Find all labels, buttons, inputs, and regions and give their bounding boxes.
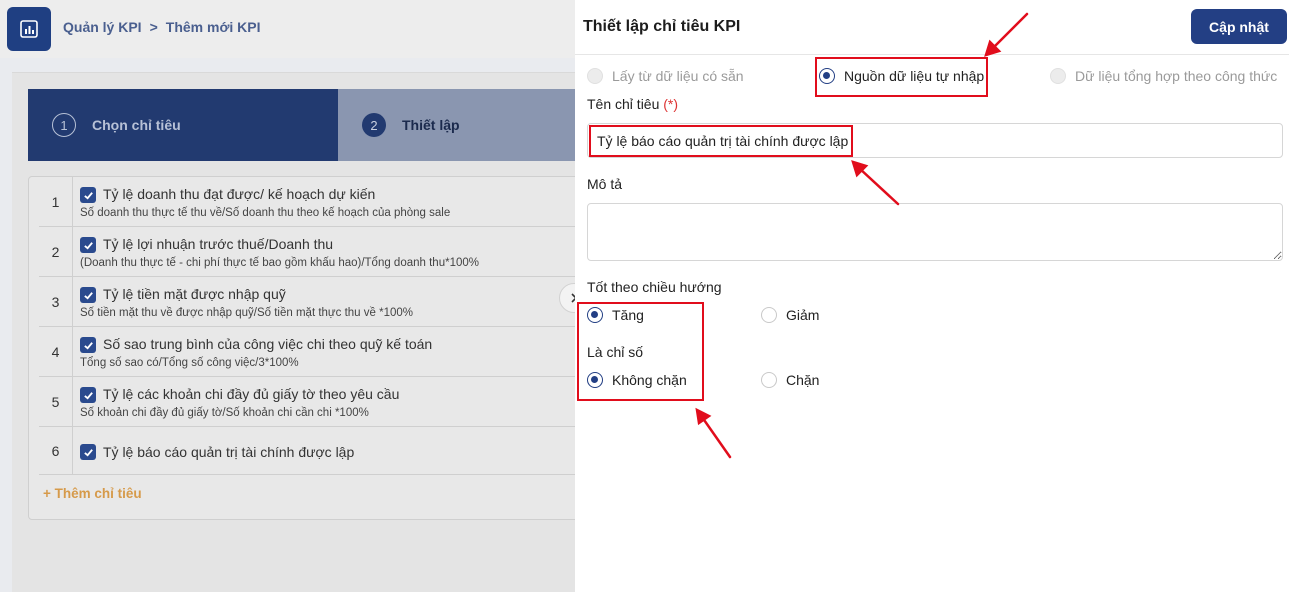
index-type-label: Là chỉ số (587, 344, 644, 360)
check-icon (83, 448, 93, 457)
kpi-checkbox[interactable] (80, 287, 96, 303)
radio-bounded[interactable]: Chặn (761, 372, 819, 388)
kpi-title: Tỷ lệ báo cáo quản trị tài chính được lậ… (103, 444, 355, 460)
radio-dot (1050, 68, 1066, 84)
radio-dot (587, 68, 603, 84)
kpi-checkbox[interactable] (80, 337, 96, 353)
kpi-list: 1 Tỷ lệ doanh thu đạt được/ kế hoạch dự … (28, 176, 589, 520)
description-label: Mô tả (587, 176, 623, 192)
step-label: Chọn chỉ tiêu (92, 117, 181, 133)
radio-label: Tăng (612, 307, 644, 323)
kpi-index: 2 (39, 227, 73, 276)
kpi-checkbox[interactable] (80, 237, 96, 253)
radio-formula-data[interactable]: Dữ liệu tổng hợp theo công thức (1050, 68, 1277, 84)
app-menu-button[interactable] (7, 7, 51, 51)
radio-dot (761, 372, 777, 388)
breadcrumb-separator: > (149, 19, 158, 35)
check-icon (83, 241, 93, 250)
kpi-checkbox[interactable] (80, 444, 96, 460)
kpi-index: 5 (39, 377, 73, 426)
radio-unbounded[interactable]: Không chặn (587, 372, 687, 388)
radio-label: Giảm (786, 307, 820, 323)
drawer-header: Thiết lập chỉ tiêu KPI Cập nhật (575, 0, 1289, 55)
chart-icon (20, 20, 38, 38)
kpi-formula: Số doanh thu thực tế thu về/Số doanh thu… (80, 207, 451, 219)
step-choose-kpi[interactable]: 1 Chọn chỉ tiêu (28, 89, 338, 161)
radio-label: Không chặn (612, 372, 687, 388)
kpi-name-label: Tên chỉ tiêu (*) (587, 96, 678, 112)
kpi-row[interactable]: 6 Tỷ lệ báo cáo quản trị tài chính được … (39, 427, 589, 475)
kpi-title: Tỷ lệ các khoản chi đầy đủ giấy tờ theo … (103, 386, 400, 402)
kpi-index: 6 (39, 427, 73, 474)
kpi-row[interactable]: 4 Số sao trung bình của công việc chi th… (39, 327, 589, 377)
description-input[interactable] (587, 203, 1283, 261)
kpi-row[interactable]: 1 Tỷ lệ doanh thu đạt được/ kế hoạch dự … (39, 177, 589, 227)
radio-label: Nguồn dữ liệu tự nhập (844, 68, 985, 84)
kpi-index: 4 (39, 327, 73, 376)
kpi-row[interactable]: 5 Tỷ lệ các khoản chi đầy đủ giấy tờ the… (39, 377, 589, 427)
kpi-title: Số sao trung bình của công việc chi theo… (103, 336, 433, 352)
kpi-row[interactable]: 3 Tỷ lệ tiền mặt được nhập quỹ Số tiền m… (39, 277, 589, 327)
kpi-title: Tỷ lệ tiền mặt được nhập quỹ (103, 286, 286, 302)
step-setup[interactable]: 2 Thiết lập (338, 89, 588, 161)
check-icon (83, 191, 93, 200)
step-number: 2 (362, 113, 386, 137)
kpi-formula: Số khoản chi đầy đủ giấy tờ/Số khoản chi… (80, 407, 369, 419)
check-icon (83, 391, 93, 400)
check-icon (83, 341, 93, 350)
radio-dot (587, 372, 603, 388)
radio-dot (819, 68, 835, 84)
radio-dot (587, 307, 603, 323)
required-mark: (*) (663, 96, 679, 112)
radio-manual-data[interactable]: Nguồn dữ liệu tự nhập (819, 68, 984, 84)
breadcrumb-root[interactable]: Quản lý KPI (63, 19, 142, 35)
kpi-name-input[interactable] (587, 123, 1283, 158)
radio-decrease[interactable]: Giảm (761, 307, 819, 323)
top-bar: Quản lý KPI > Thêm mới KPI (0, 0, 575, 58)
radio-label: Dữ liệu tổng hợp theo công thức (1075, 68, 1278, 84)
kpi-index: 1 (39, 177, 73, 226)
radio-label: Chặn (786, 372, 820, 388)
add-kpi-link[interactable]: + Thêm chỉ tiêu (43, 486, 142, 501)
radio-label: Lấy từ dữ liệu có sẵn (612, 68, 744, 84)
kpi-checkbox[interactable] (80, 387, 96, 403)
kpi-setup-drawer: Thiết lập chỉ tiêu KPI Cập nhật Lấy từ d… (575, 0, 1289, 592)
kpi-row[interactable]: 2 Tỷ lệ lợi nhuận trước thuế/Doanh thu (… (39, 227, 589, 277)
step-label: Thiết lập (402, 117, 460, 133)
kpi-formula: Số tiền mặt thu về được nhập quỹ/Số tiền… (80, 307, 413, 319)
direction-label: Tốt theo chiều hướng (587, 279, 722, 295)
radio-existing-data[interactable]: Lấy từ dữ liệu có sẵn (587, 68, 744, 84)
step-number: 1 (52, 113, 76, 137)
kpi-formula: Tổng số sao có/Tổng số công việc/3*100% (80, 357, 299, 369)
kpi-checkbox[interactable] (80, 187, 96, 203)
kpi-index: 3 (39, 277, 73, 326)
breadcrumb-current: Thêm mới KPI (165, 19, 261, 35)
kpi-title: Tỷ lệ doanh thu đạt được/ kế hoạch dự ki… (103, 186, 376, 202)
kpi-formula: (Doanh thu thực tế - chi phí thực tế bao… (80, 257, 479, 269)
kpi-title: Tỷ lệ lợi nhuận trước thuế/Doanh thu (103, 236, 334, 252)
radio-dot (761, 307, 777, 323)
kpi-name-label-text: Tên chỉ tiêu (587, 96, 660, 112)
radio-increase[interactable]: Tăng (587, 307, 644, 323)
step-indicator: 1 Chọn chỉ tiêu 2 Thiết lập (28, 89, 588, 161)
check-icon (83, 291, 93, 300)
drawer-title: Thiết lập chỉ tiêu KPI (583, 18, 741, 35)
breadcrumb: Quản lý KPI > Thêm mới KPI (63, 19, 261, 35)
update-button[interactable]: Cập nhật (1191, 9, 1287, 44)
